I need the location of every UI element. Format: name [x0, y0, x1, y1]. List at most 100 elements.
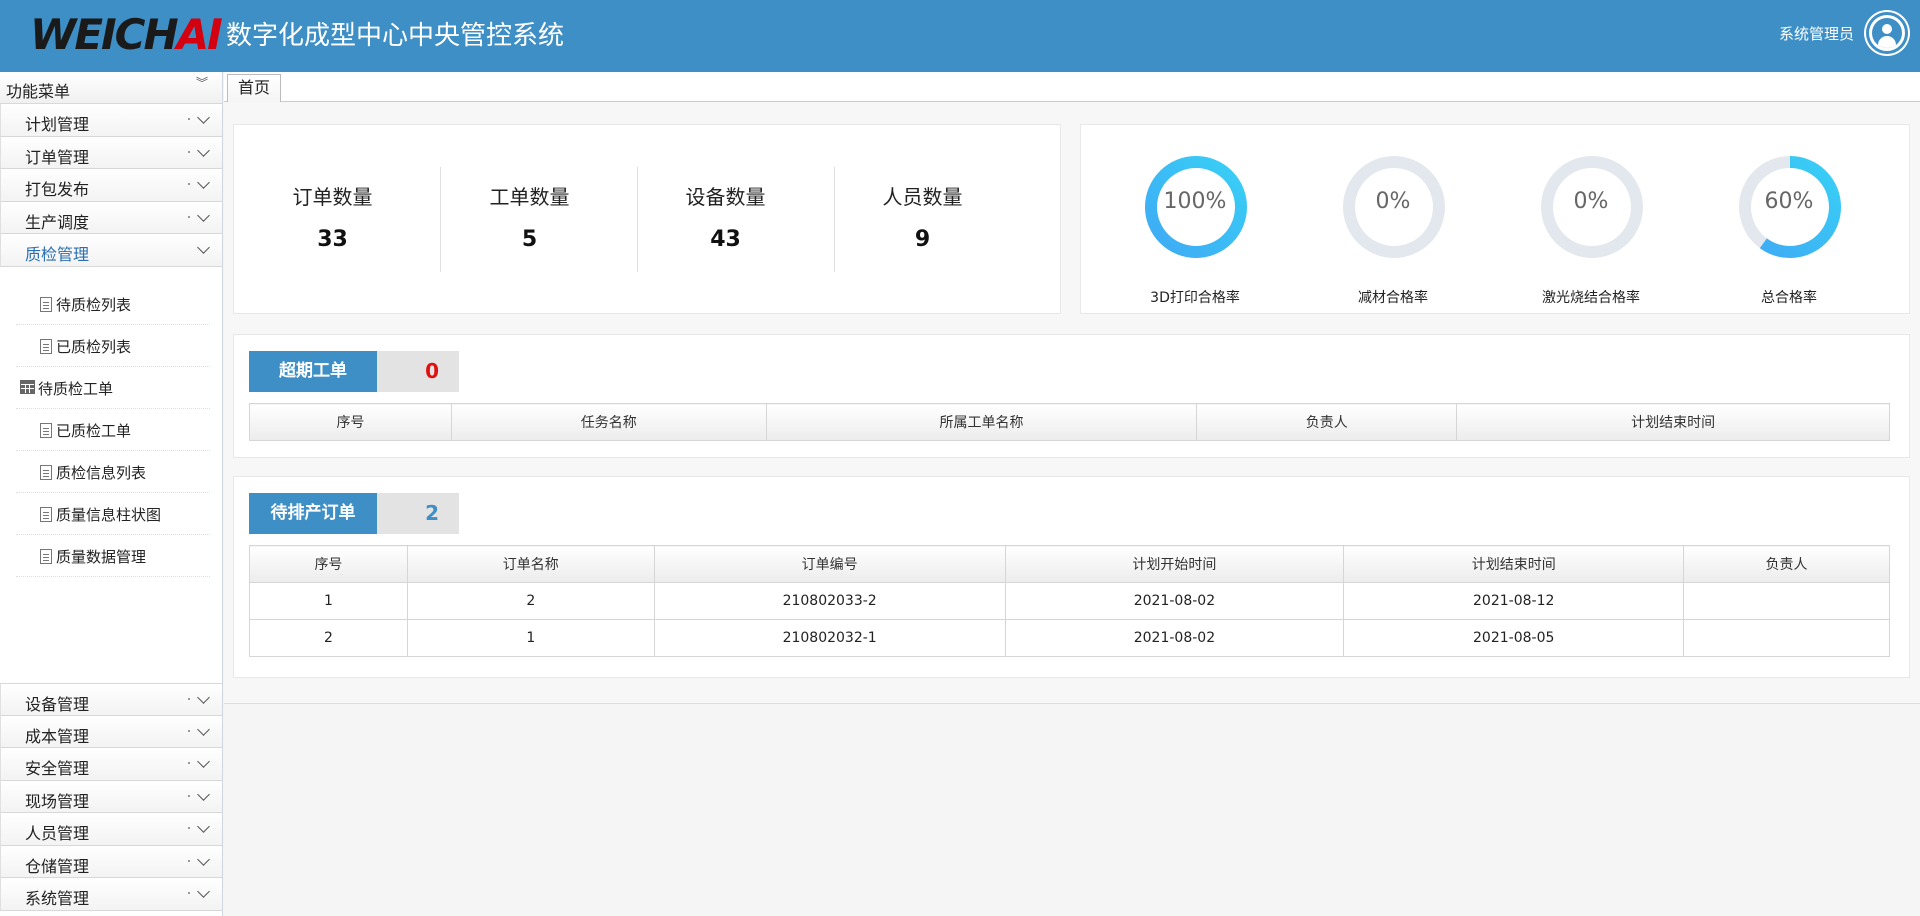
sidebar-header[interactable]: 功能菜单 ︾ — [0, 72, 222, 104]
pending-orders-table: 序号 订单名称 订单编号 计划开始时间 计划结束时间 负责人 1 2 21080… — [249, 545, 1890, 657]
chevron-down-icon — [197, 885, 210, 898]
submenu-item-pending-inspection-list[interactable]: 待质检列表 — [16, 283, 210, 325]
column-header[interactable]: 订单编号 — [653, 545, 1006, 583]
chevron-down-icon — [197, 176, 210, 189]
table-cell: 1 — [249, 582, 408, 620]
chevron-down-icon — [197, 111, 210, 124]
table-cell: 2021-08-05 — [1343, 619, 1685, 657]
app-header: WEICHAI 数字化成型中心中央管控系统 系统管理员 — [0, 0, 1920, 72]
app-title: 数字化成型中心中央管控系统 — [226, 21, 565, 51]
sidebar-item-system[interactable]: 系统管理 — [0, 878, 222, 911]
separator-dot — [188, 794, 190, 797]
gauge-subtractive: 0% 减材合格率 — [1293, 155, 1493, 306]
dashboard-content: 订单数量 33 工单数量 5 设备数量 43 人员数量 9 100% 3D打印合… — [224, 102, 1920, 704]
sidebar-item-label: 设备管理 — [25, 695, 90, 714]
gauge-laser-sintering: 0% 激光烧结合格率 — [1491, 155, 1691, 306]
submenu-item-pending-inspection-orders[interactable]: 待质检工单 — [16, 367, 210, 409]
sidebar-item-packaging[interactable]: 打包发布 — [0, 169, 222, 202]
gauge-3d-printing: 100% 3D打印合格率 — [1095, 155, 1295, 306]
table-row[interactable]: 2 1 210802032-1 2021-08-02 2021-08-05 — [249, 619, 1890, 657]
chevron-down-icon — [197, 852, 210, 866]
separator-dot — [188, 150, 190, 153]
separator-dot — [188, 118, 190, 120]
column-header[interactable]: 计划结束时间 — [1456, 403, 1890, 441]
document-icon — [40, 506, 52, 522]
sidebar-item-label: 质检管理 — [25, 245, 90, 264]
column-header[interactable]: 负责人 — [1196, 403, 1458, 441]
sidebar-item-label: 成本管理 — [25, 726, 90, 746]
submenu-item-inspected-orders[interactable]: 已质检工单 — [16, 409, 210, 451]
pending-orders-section: 待排产订单 2 序号 订单名称 订单编号 计划开始时间 计划结束时间 负责人 1 — [233, 476, 1910, 678]
sidebar-item-safety[interactable]: 安全管理 — [0, 748, 222, 781]
gauge-value: 60% — [1764, 189, 1814, 214]
tab-bar: 首页 — [224, 72, 1920, 102]
collapse-all-icon[interactable]: ︾ — [196, 77, 208, 89]
gauge-value: 100% — [1163, 189, 1227, 214]
main-area: 首页 订单数量 33 工单数量 5 设备数量 43 人员数量 9 100% 3D… — [224, 72, 1920, 916]
submenu-item-inspected-list[interactable]: 已质检列表 — [16, 325, 210, 367]
stat-label: 订单数量 — [292, 185, 373, 209]
submenu-item-inspection-info-list[interactable]: 质检信息列表 — [16, 451, 210, 493]
column-header[interactable]: 任务名称 — [450, 403, 767, 441]
chevron-down-icon — [197, 208, 210, 222]
sidebar-item-label: 仓储管理 — [25, 856, 90, 876]
submenu-item-label: 待质检工单 — [38, 379, 114, 398]
sidebar-item-cost[interactable]: 成本管理 — [0, 715, 222, 748]
stat-label: 工单数量 — [489, 185, 570, 209]
sidebar-item-label: 计划管理 — [25, 115, 90, 134]
sidebar: 功能菜单 ︾ 计划管理 订单管理 打包发布 生产调度 质检管理 待质检列表 已质… — [0, 72, 223, 916]
sidebar-item-equipment[interactable]: 设备管理 — [0, 683, 222, 716]
column-header[interactable]: 计划开始时间 — [1004, 545, 1345, 583]
stat-work-orders: 工单数量 5 — [431, 125, 628, 315]
separator-dot — [188, 215, 190, 218]
sidebar-item-plan[interactable]: 计划管理 — [0, 104, 222, 137]
stat-orders: 订单数量 33 — [234, 125, 431, 315]
overdue-count: 0 — [377, 351, 459, 392]
sidebar-lower-menu: 设备管理 成本管理 安全管理 现场管理 人员管理 仓储管理 系统管理 — [0, 683, 222, 911]
column-header[interactable]: 计划结束时间 — [1343, 545, 1685, 583]
sidebar-item-quality[interactable]: 质检管理 — [0, 234, 222, 267]
chevron-down-icon — [197, 241, 210, 254]
sidebar-item-orders[interactable]: 订单管理 — [0, 136, 222, 169]
sidebar-item-warehouse[interactable]: 仓储管理 — [0, 845, 222, 878]
gauge-total: 60% 总合格率 — [1689, 155, 1889, 306]
sidebar-item-label: 生产调度 — [25, 212, 90, 232]
sidebar-item-scheduling[interactable]: 生产调度 — [0, 201, 222, 234]
gauge-label: 3D打印合格率 — [1150, 290, 1240, 306]
submenu-item-label: 质检信息列表 — [56, 463, 147, 482]
column-header[interactable]: 负责人 — [1683, 545, 1890, 583]
submenu-item-quality-bar-chart[interactable]: 质量信息柱状图 — [16, 493, 210, 535]
gauge-label: 减材合格率 — [1358, 290, 1428, 306]
table-cell: 2021-08-02 — [1004, 582, 1345, 620]
column-header[interactable]: 序号 — [249, 545, 408, 583]
weichai-logo[interactable]: WEICHAI — [30, 10, 223, 60]
chevron-down-icon — [197, 691, 210, 704]
column-header[interactable]: 所属工单名称 — [765, 403, 1198, 441]
user-name[interactable]: 系统管理员 — [1779, 24, 1854, 44]
table-cell: 2021-08-02 — [1004, 619, 1345, 657]
document-icon — [40, 338, 52, 354]
table-row[interactable]: 1 2 210802033-2 2021-08-02 2021-08-12 — [249, 582, 1890, 620]
column-header[interactable]: 序号 — [249, 403, 452, 441]
document-icon — [40, 548, 52, 564]
sidebar-item-label: 订单管理 — [25, 147, 90, 167]
separator-dot — [188, 892, 190, 894]
sidebar-item-site[interactable]: 现场管理 — [0, 780, 222, 813]
submenu-item-label: 已质检工单 — [56, 421, 132, 440]
tab-home[interactable]: 首页 — [227, 74, 282, 102]
chevron-down-icon — [197, 787, 210, 801]
chevron-down-icon — [197, 820, 210, 833]
table-icon — [20, 379, 35, 394]
separator-dot — [188, 698, 190, 700]
column-header[interactable]: 订单名称 — [406, 545, 655, 583]
submenu-item-label: 质量信息柱状图 — [56, 505, 162, 524]
gauge-label: 总合格率 — [1761, 290, 1817, 306]
table-cell: 2021-08-12 — [1343, 582, 1685, 620]
table-cell: 210802032-1 — [653, 619, 1006, 657]
document-icon — [40, 296, 52, 312]
sidebar-item-personnel[interactable]: 人员管理 — [0, 813, 222, 846]
separator-dot — [188, 859, 190, 862]
user-avatar-icon[interactable] — [1866, 12, 1908, 54]
submenu-item-quality-data-management[interactable]: 质量数据管理 — [16, 535, 210, 577]
chevron-down-icon — [197, 755, 210, 768]
